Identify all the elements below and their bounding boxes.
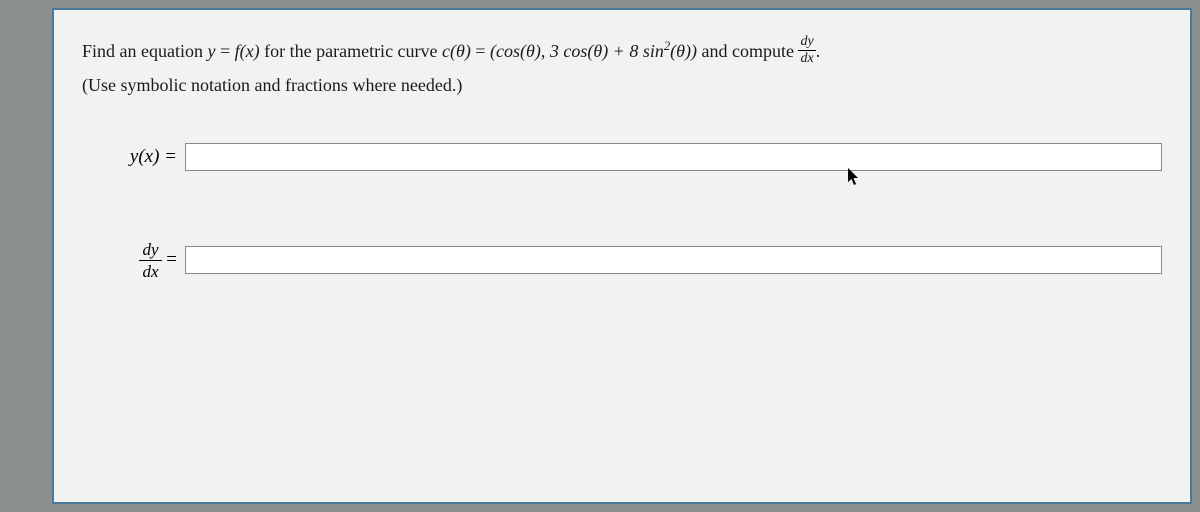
dydx-input[interactable]	[185, 246, 1162, 274]
text-fragment: and compute	[697, 41, 798, 61]
math-expr: cos(θ)	[496, 41, 541, 61]
yx-label: y(x) =	[92, 146, 185, 168]
equals-sign: =	[215, 41, 234, 61]
dydx-fraction-label: dy dx	[139, 241, 161, 280]
question-panel: Find an equation y = f(x) for the parame…	[52, 8, 1192, 504]
yx-input[interactable]	[185, 143, 1162, 171]
separator: ,	[541, 41, 550, 61]
text-fragment: Find an equation	[82, 41, 207, 61]
label-text: y(x) =	[130, 146, 177, 167]
text-fragment: for the parametric curve	[260, 41, 442, 61]
question-text: Find an equation y = f(x) for the parame…	[82, 34, 1162, 103]
fraction-denominator: dx	[139, 261, 161, 280]
equals-sign: =	[471, 41, 490, 61]
period: .	[816, 41, 821, 61]
fraction-numerator: dy	[139, 241, 161, 261]
fraction-numerator: dy	[798, 35, 815, 51]
dydx-fraction: dydx	[798, 35, 815, 66]
instruction-text: (Use symbolic notation and fractions whe…	[82, 75, 462, 95]
math-fn: c(θ)	[442, 41, 471, 61]
fraction-denominator: dx	[798, 51, 815, 66]
equals-sign: =	[162, 248, 177, 269]
dydx-label: dy dx =	[92, 241, 185, 280]
math-expr: 3 cos(θ) + 8 sin2(θ)	[550, 41, 691, 61]
answer-row-yx: y(x) =	[92, 143, 1162, 171]
math-fn: f(x)	[235, 41, 260, 61]
answer-row-dydx: dy dx =	[92, 241, 1162, 280]
